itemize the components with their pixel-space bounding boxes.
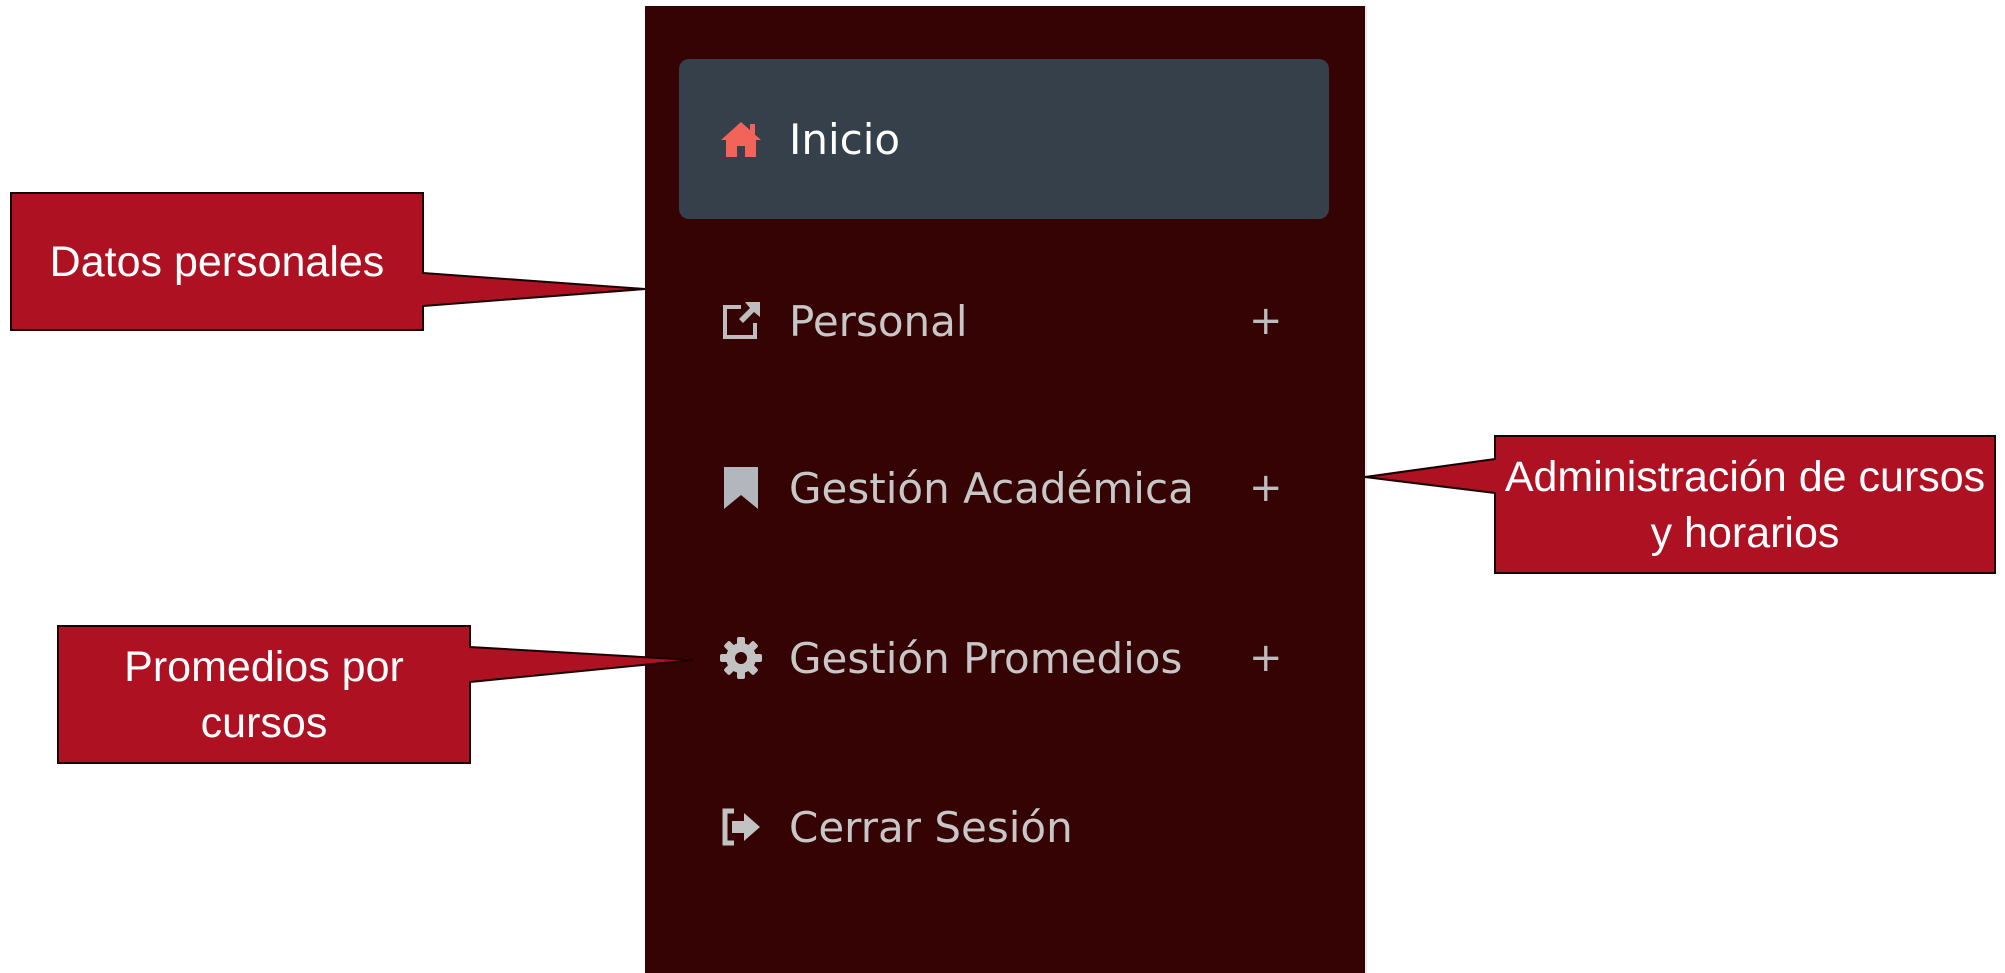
annotated-sidebar-screenshot: Inicio Personal + Gestión Académica + Ge… bbox=[0, 0, 2005, 973]
sidebar-item-inicio[interactable]: Inicio bbox=[679, 59, 1329, 219]
sidebar-item-label: Personal bbox=[789, 296, 968, 346]
callout-datos-personales: Datos personales bbox=[49, 237, 385, 286]
sidebar-item-label: Cerrar Sesión bbox=[789, 802, 1073, 852]
gear-icon bbox=[719, 636, 763, 680]
sidebar-item-personal[interactable]: Personal + bbox=[679, 241, 1329, 401]
sidebar-item-gestion-academica[interactable]: Gestión Académica + bbox=[679, 408, 1329, 568]
expand-plus-icon[interactable]: + bbox=[1249, 298, 1283, 344]
sidebar-item-gestion-promedios[interactable]: Gestión Promedios + bbox=[679, 578, 1329, 738]
sign-out-icon bbox=[719, 805, 763, 849]
external-link-icon bbox=[719, 299, 763, 343]
expand-plus-icon[interactable]: + bbox=[1249, 465, 1283, 511]
sidebar: Inicio Personal + Gestión Académica + Ge… bbox=[645, 6, 1365, 973]
sidebar-item-label: Gestión Promedios bbox=[789, 633, 1183, 683]
callout-administracion-cursos: Administración de cursos y horarios bbox=[1504, 452, 1986, 557]
sidebar-item-label: Gestión Académica bbox=[789, 463, 1194, 513]
home-icon bbox=[719, 117, 763, 161]
callout-promedios-por-cursos: Promedios por cursos bbox=[124, 642, 404, 747]
sidebar-item-label: Inicio bbox=[789, 114, 901, 164]
sidebar-item-cerrar-sesion[interactable]: Cerrar Sesión bbox=[679, 747, 1329, 907]
expand-plus-icon[interactable]: + bbox=[1249, 635, 1283, 681]
bookmark-icon bbox=[719, 466, 763, 510]
